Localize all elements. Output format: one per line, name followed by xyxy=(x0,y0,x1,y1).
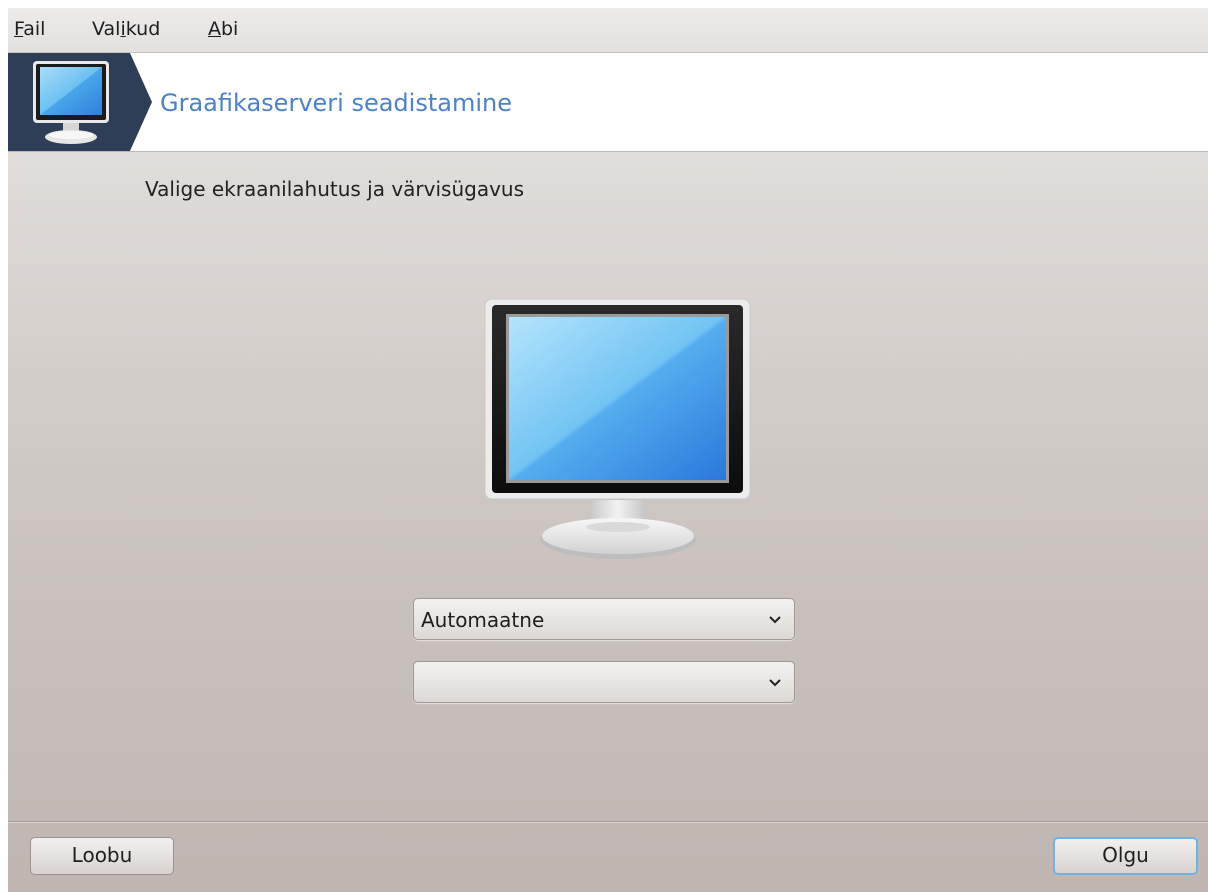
menu-help-label: bi xyxy=(221,18,239,40)
resolution-select[interactable]: Automaatne xyxy=(413,598,795,640)
chevron-down-icon xyxy=(769,616,781,624)
monitor-icon xyxy=(33,61,109,144)
chevron-down-icon xyxy=(769,679,781,687)
header-banner: Graafikaserveri seadistamine xyxy=(8,53,1208,152)
menu-file-label: ail xyxy=(23,18,46,40)
cancel-button[interactable]: Loobu xyxy=(30,837,174,875)
monitor-icon xyxy=(484,298,751,559)
menu-options-label-end: kud xyxy=(125,18,161,40)
menu-file[interactable]: Fail xyxy=(14,18,45,40)
menu-help-mnemonic: A xyxy=(208,18,221,40)
banner-icon-box xyxy=(8,53,130,151)
ok-button[interactable]: Olgu xyxy=(1053,837,1198,875)
color-depth-select[interactable] xyxy=(413,661,795,703)
page-title: Graafikaserveri seadistamine xyxy=(160,89,512,117)
menu-options-label-start: Val xyxy=(92,18,121,40)
menubar: Fail Valikud Abi xyxy=(8,8,1208,53)
banner-notch xyxy=(130,53,152,151)
settings-window: Fail Valikud Abi Graafikaserveri seadist… xyxy=(8,8,1208,892)
button-separator xyxy=(8,821,1208,823)
menu-options[interactable]: Valikud xyxy=(92,18,160,40)
resolution-select-value: Automaatne xyxy=(421,608,545,632)
prompt-text: Valige ekraanilahutus ja värvisügavus xyxy=(145,177,525,201)
monitor-illustration xyxy=(478,294,758,569)
menu-help[interactable]: Abi xyxy=(208,18,238,40)
menu-file-mnemonic: F xyxy=(14,18,24,40)
